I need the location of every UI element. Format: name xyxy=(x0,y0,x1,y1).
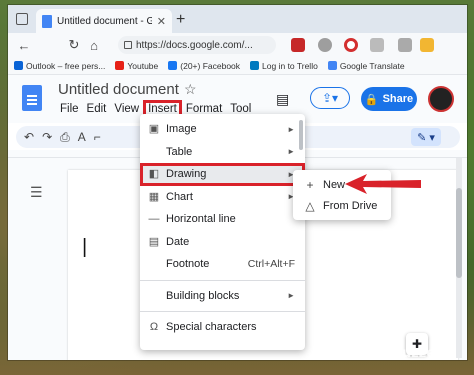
menu-item-building-blocks[interactable]: Building blocks ► xyxy=(140,285,305,308)
extension-icon[interactable] xyxy=(318,38,332,52)
avatar[interactable] xyxy=(428,86,454,112)
document-title[interactable]: Untitled document xyxy=(58,81,179,98)
text-cursor: | xyxy=(82,236,88,258)
menu-item-footnote[interactable]: Footnote Ctrl+Alt+F xyxy=(140,253,305,276)
menu-item-image[interactable]: ▣ Image ► xyxy=(140,118,305,141)
drive-icon: △ xyxy=(305,198,315,213)
paint-format-icon[interactable]: ⌐ xyxy=(94,130,101,144)
menu-item-drawing[interactable]: ◧ Drawing ► xyxy=(140,163,305,186)
bookmark-trello[interactable]: Log in to Trello xyxy=(250,61,318,71)
bookmark-facebook[interactable]: (20+) Facebook xyxy=(168,61,240,71)
back-icon[interactable]: ← xyxy=(14,38,34,53)
menu-edit[interactable]: Edit xyxy=(83,101,111,117)
tab-title: Untitled document - Google Docs xyxy=(57,15,152,27)
plus-icon: + xyxy=(306,177,314,192)
star-icon[interactable]: ☆ xyxy=(184,81,197,98)
trello-icon xyxy=(250,61,260,70)
chevron-right-icon: ► xyxy=(287,291,295,301)
menu-item-table[interactable]: Table ► xyxy=(140,141,305,164)
menu-item-date[interactable]: ▤ Date xyxy=(140,231,305,254)
bookmarks-bar: Outlook – free pers... Youtube (20+) Fac… xyxy=(8,57,467,75)
meet-icon[interactable]: ⇪▾ xyxy=(310,87,350,109)
new-tab-button[interactable]: + xyxy=(176,11,185,29)
extension-icon[interactable] xyxy=(291,38,305,52)
menu-item-horizontal-line[interactable]: — Horizontal line xyxy=(140,208,305,231)
menu-divider xyxy=(140,311,305,312)
refresh-icon[interactable]: ↻ xyxy=(64,37,84,53)
print-icon[interactable]: ⎙ xyxy=(60,130,70,145)
address-bar-row: ← ↻ ⌂ https://docs.google.com/... xyxy=(8,33,467,57)
lock-icon: 🔒 xyxy=(364,93,379,106)
home-icon[interactable]: ⌂ xyxy=(84,38,104,53)
menu-file[interactable]: File xyxy=(56,101,83,117)
image-icon: ▣ xyxy=(148,123,160,135)
scrollbar-thumb[interactable] xyxy=(456,188,462,278)
facebook-icon xyxy=(168,61,178,70)
calendar-icon: ▤ xyxy=(148,235,160,248)
submenu-item-from-drive[interactable]: △ From Drive xyxy=(293,195,391,216)
chevron-right-icon: ► xyxy=(287,124,295,134)
annotation-arrow-icon xyxy=(345,174,421,194)
bookmark-outlook[interactable]: Outlook – free pers... xyxy=(14,61,105,71)
chevron-right-icon: ► xyxy=(287,147,295,157)
menu-divider xyxy=(140,279,305,281)
opera-icon[interactable] xyxy=(344,38,358,52)
outline-icon[interactable]: ☰ xyxy=(30,184,43,201)
docs-favicon-icon xyxy=(42,14,52,28)
translate-icon xyxy=(327,61,337,70)
browser-tab[interactable]: Untitled document - Google Docs ✕ xyxy=(36,9,172,33)
drawing-icon: ◧ xyxy=(148,168,160,180)
docs-logo-icon[interactable] xyxy=(22,85,42,111)
close-tab-icon[interactable]: ✕ xyxy=(157,15,166,28)
editing-mode-button[interactable]: ✎ ▾ xyxy=(411,128,441,146)
extension-icon[interactable] xyxy=(398,38,412,52)
extension-icon[interactable] xyxy=(420,38,434,52)
menu-item-special-characters[interactable]: Ω Special characters xyxy=(140,316,305,339)
bookmark-google-translate[interactable]: Google Translate xyxy=(327,61,405,71)
tab-actions-icon[interactable] xyxy=(16,13,28,25)
url-field[interactable]: https://docs.google.com/... xyxy=(118,36,276,54)
watermark: WinBuzzer xyxy=(364,346,442,361)
spellcheck-icon[interactable]: A xyxy=(78,130,86,144)
menu-item-chart[interactable]: ▦ Chart ► xyxy=(140,186,305,209)
omega-icon: Ω xyxy=(149,321,159,333)
tab-strip: Untitled document - Google Docs ✕ + xyxy=(8,5,467,33)
share-button[interactable]: 🔒 Share xyxy=(361,87,417,111)
outlook-icon xyxy=(14,61,23,70)
url-text: https://docs.google.com/... xyxy=(136,39,253,51)
lock-icon xyxy=(124,41,132,49)
shortcut-label: Ctrl+Alt+F xyxy=(247,258,295,271)
insert-menu: ▣ Image ► Table ► ◧ Drawing ► ▦ Chart ► … xyxy=(140,114,305,350)
horizontal-line-icon: — xyxy=(148,213,160,225)
menu-view[interactable]: View xyxy=(110,101,143,117)
scrollbar[interactable] xyxy=(456,158,462,358)
redo-icon[interactable]: ↷ xyxy=(42,130,52,144)
bookmark-youtube[interactable]: Youtube xyxy=(115,61,158,71)
youtube-icon xyxy=(115,61,125,70)
extension-icon[interactable] xyxy=(370,38,384,52)
undo-icon[interactable]: ↶ xyxy=(24,130,34,144)
comment-history-icon[interactable]: ▤ xyxy=(276,91,289,108)
pencil-icon: ✎ ▾ xyxy=(417,131,435,144)
chart-icon: ▦ xyxy=(148,190,160,203)
